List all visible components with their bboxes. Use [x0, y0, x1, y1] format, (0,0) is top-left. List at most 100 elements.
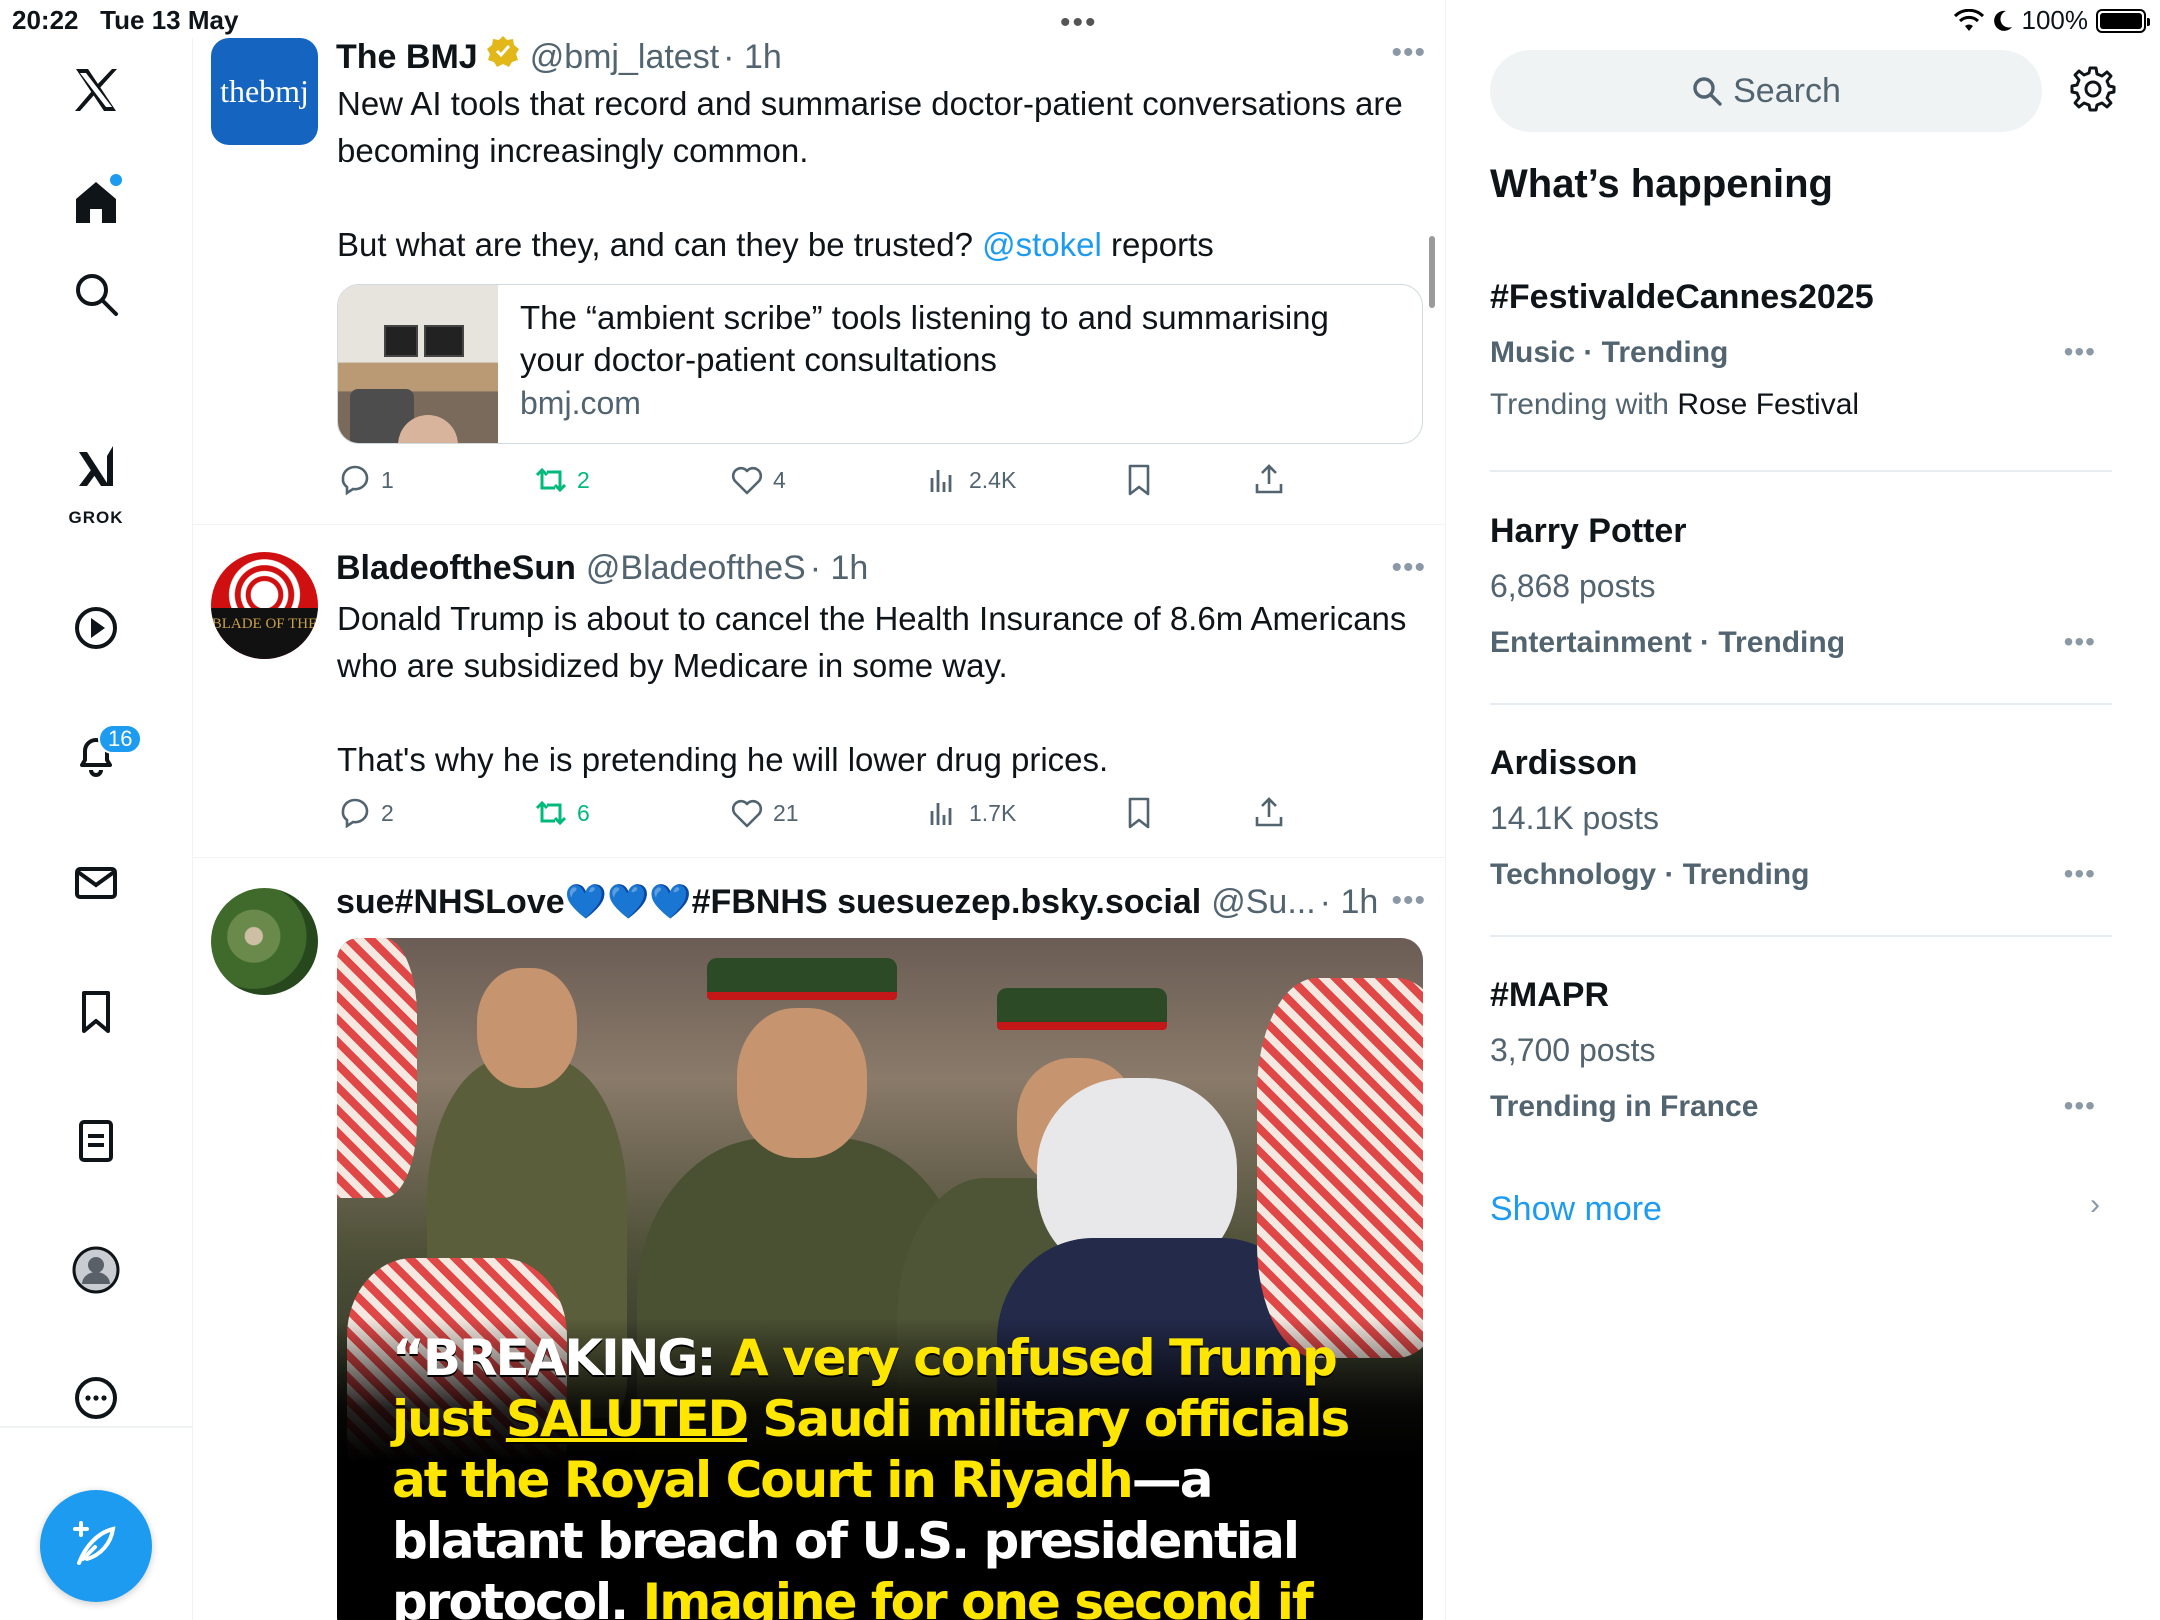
author-name[interactable]: sue#NHSLove💙💙💙#FBNHS suesuezep.bsky.soci… [336, 882, 1201, 922]
trend-meta: Music · Trending [1490, 336, 1729, 369]
whats-happening-heading: What’s happening [1490, 162, 1833, 206]
reply-count: 2 [381, 799, 394, 826]
mention-link[interactable]: @stokel [982, 226, 1102, 263]
nav-divider [0, 1426, 193, 1428]
tweet-text: New AI tools that record and summarise d… [337, 80, 1417, 268]
grok-label: GROK [68, 508, 124, 527]
views-count: 1.7K [969, 799, 1017, 826]
heart-icon [731, 799, 763, 828]
views-chart-icon [930, 803, 952, 825]
tweet-text: Donald Trump is about to cancel the Heal… [337, 595, 1417, 783]
bookmarks-icon[interactable] [56, 972, 136, 1052]
tweet-time: · 1h [809, 549, 869, 587]
tweet-more-icon[interactable]: ••• [1391, 884, 1426, 918]
compose-post-button[interactable] [40, 1490, 152, 1602]
bookmark-button[interactable] [1121, 795, 1157, 831]
like-button[interactable]: 4 [729, 462, 786, 498]
right-sidebar: Search What’s happening #FestivaldeCanne… [1446, 0, 2160, 1620]
explore-search-icon[interactable] [56, 254, 136, 334]
reply-button[interactable]: 2 [337, 795, 394, 831]
grok-icon[interactable]: GROK [56, 430, 136, 530]
trend-meta: Trending in France [1490, 1090, 1759, 1123]
trend-item[interactable]: #FestivaldeCannes2025 Music · Trending T… [1490, 278, 2112, 438]
trend-item[interactable]: #MAPR 3,700 posts Trending in France ••• [1490, 976, 2112, 1136]
views-chart-icon [930, 470, 952, 492]
bookmark-icon [1128, 797, 1150, 829]
tweet-time: · 1h [1319, 883, 1379, 921]
trend-more-icon[interactable]: ••• [2064, 858, 2096, 890]
retweet-count: 2 [577, 466, 590, 493]
share-button[interactable] [1251, 462, 1287, 498]
link-domain: bmj.com [520, 385, 641, 421]
author-handle[interactable]: @Su... [1211, 883, 1315, 922]
timeline-feed[interactable]: thebmj The BMJ @bmj_latest · 1h ••• New … [193, 0, 1446, 1620]
bookmark-button[interactable] [1121, 462, 1157, 498]
retweet-button[interactable]: 6 [533, 795, 590, 831]
trend-name: Ardisson [1490, 744, 1638, 782]
share-button[interactable] [1251, 795, 1287, 831]
trend-item[interactable]: Ardisson 14.1K posts Technology · Trendi… [1490, 744, 2112, 904]
show-more-link[interactable]: Show more [1490, 1190, 1662, 1229]
tweet-more-icon[interactable]: ••• [1391, 36, 1426, 70]
like-button[interactable]: 21 [729, 795, 799, 831]
views-button[interactable]: 1.7K [925, 795, 1016, 831]
tweet-more-icon[interactable]: ••• [1391, 551, 1426, 585]
x-logo-icon[interactable] [56, 50, 136, 130]
trend-item[interactable]: Harry Potter 6,868 posts Entertainment ·… [1490, 512, 2112, 672]
verified-gold-badge-icon [486, 36, 519, 67]
settings-gear-icon[interactable] [2068, 64, 2118, 114]
author-name[interactable]: BladeoftheSun [336, 549, 576, 588]
tweet-text-paragraph: That's why he is pretending he will lowe… [337, 741, 1109, 778]
tweet-header: The BMJ @bmj_latest · 1h [336, 34, 782, 77]
heart-icon [731, 466, 763, 495]
video-play-icon[interactable] [56, 588, 136, 668]
author-handle[interactable]: @bmj_latest [530, 38, 719, 77]
profile-avatar-icon[interactable] [56, 1230, 136, 1310]
retweet-icon [535, 467, 567, 493]
media-caption-overlay: “BREAKING: A very confused Trump just SA… [392, 1329, 1350, 1620]
retweet-icon [535, 800, 567, 826]
tweet[interactable]: BLADE OF THE BladeoftheSun @BladeoftheS … [193, 525, 1445, 858]
tweet[interactable]: thebmj The BMJ @bmj_latest · 1h ••• New … [193, 0, 1445, 525]
tweet-actions: 2 6 21 1.7K [337, 795, 1423, 835]
like-count: 21 [773, 799, 799, 826]
left-nav: GROK 16 [0, 38, 193, 1620]
trend-name: #MAPR [1490, 976, 1610, 1014]
trend-divider [1490, 935, 2112, 937]
link-preview-card[interactable]: The “ambient scribe” tools listening to … [337, 284, 1423, 444]
trend-post-count: 6,868 posts [1490, 568, 1656, 604]
author-handle[interactable]: @BladeoftheS [586, 549, 806, 588]
tweet-text-paragraph: But what are they, and can they be trust… [337, 226, 1214, 263]
chevron-right-icon: › [2090, 1188, 2100, 1221]
link-title: The “ambient scribe” tools listening to … [520, 299, 1329, 378]
notifications-badge: 16 [98, 724, 143, 754]
notifications-bell-icon[interactable]: 16 [56, 714, 143, 794]
trend-more-icon[interactable]: ••• [2064, 626, 2096, 658]
messages-envelope-icon[interactable] [56, 843, 136, 923]
search-input[interactable]: Search [1490, 50, 2042, 132]
feed-scrollbar[interactable] [1429, 236, 1435, 308]
trend-with: Trending with Rose Festival [1490, 388, 1860, 421]
views-button[interactable]: 2.4K [925, 462, 1016, 498]
home-unread-dot [110, 174, 122, 186]
tweet-media-image[interactable]: “BREAKING: A very confused Trump just SA… [337, 938, 1423, 1620]
reply-button[interactable]: 1 [337, 462, 394, 498]
trend-meta: Technology · Trending [1490, 858, 1810, 891]
retweet-count: 6 [577, 799, 590, 826]
reply-bubble-icon [341, 798, 369, 829]
retweet-button[interactable]: 2 [533, 462, 590, 498]
avatar[interactable]: BLADE OF THE [211, 552, 318, 659]
avatar[interactable]: thebmj [211, 38, 318, 145]
lists-icon[interactable] [56, 1101, 136, 1181]
like-count: 4 [773, 466, 786, 493]
trend-more-icon[interactable]: ••• [2064, 1090, 2096, 1122]
trend-with-link[interactable]: Rose Festival [1677, 388, 1859, 421]
avatar[interactable] [211, 888, 318, 995]
avatar-text: BLADE OF THE [211, 607, 318, 659]
home-icon[interactable] [56, 162, 136, 242]
tweet-header: BladeoftheSun @BladeoftheS · 1h [336, 549, 868, 588]
author-name[interactable]: The BMJ [336, 38, 478, 77]
clock: 20:22 [12, 5, 79, 35]
trend-more-icon[interactable]: ••• [2064, 336, 2096, 368]
trend-name: #FestivaldeCannes2025 [1490, 278, 1874, 316]
